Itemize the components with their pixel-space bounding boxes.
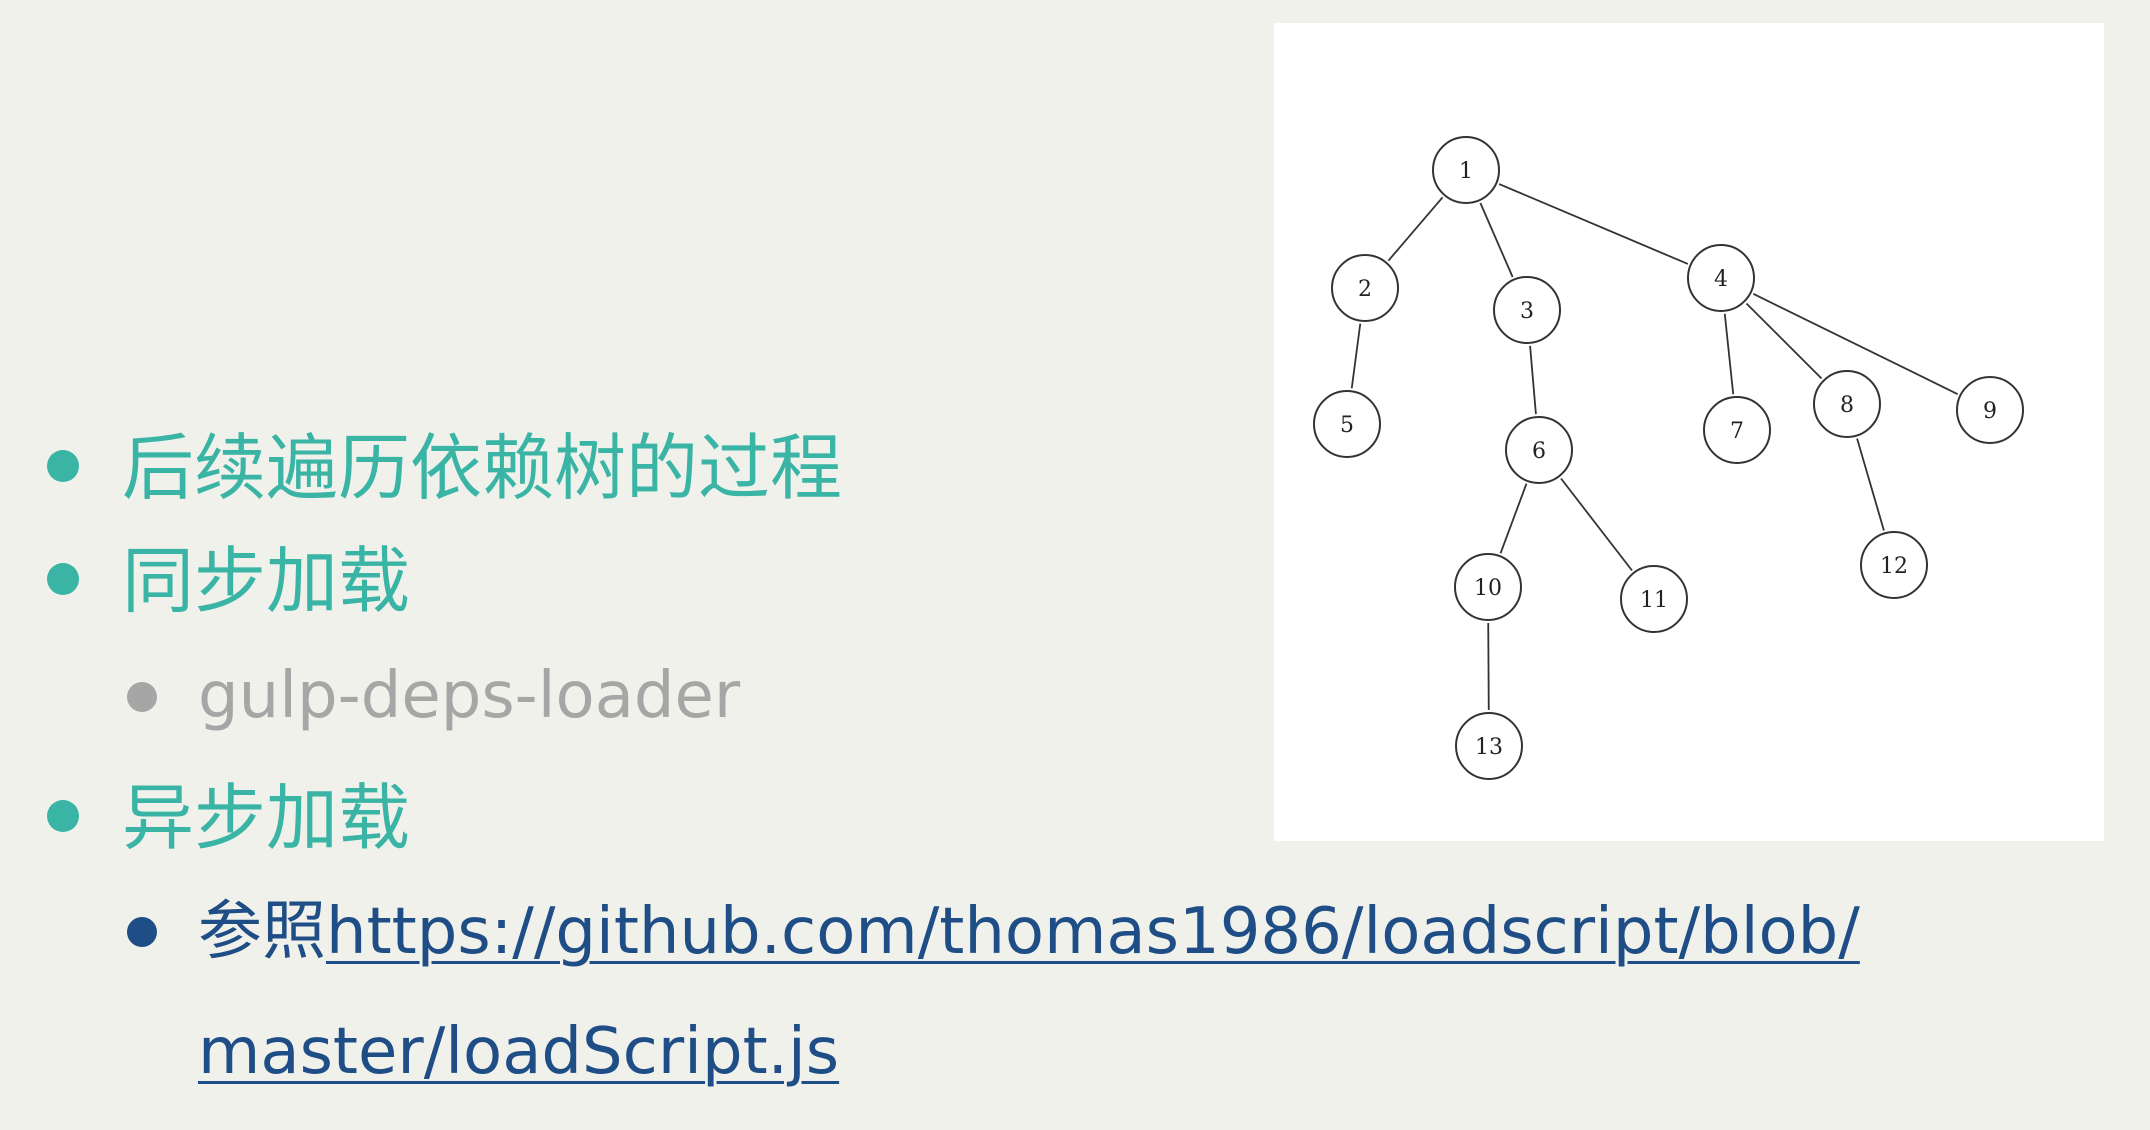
tree-node-label: 13 [1475, 735, 1503, 760]
tree-node-label: 7 [1730, 419, 1744, 444]
tree-node-label: 3 [1520, 299, 1534, 324]
tree-node: 9 [1956, 376, 2024, 444]
loadscript-link-line1[interactable]: https://github.com/thomas1986/loadscript… [326, 895, 1860, 969]
loadscript-link-line2[interactable]: master/loadScript.js [198, 1015, 839, 1089]
tree-node: 8 [1813, 370, 1881, 438]
tree-node-label: 6 [1532, 439, 1546, 464]
tree-node: 1 [1432, 136, 1500, 204]
tree-node-label: 10 [1474, 576, 1502, 601]
sub-bullet-dot [127, 682, 157, 712]
bullet-item-async-load: 异步加载 [122, 776, 411, 860]
tree-node-label: 1 [1459, 159, 1473, 184]
tree-node: 3 [1493, 276, 1561, 344]
dependency-tree-image: 1 2 3 4 5 6 7 8 9 10 11 12 13 [1274, 23, 2104, 841]
tree-edge [1856, 438, 1885, 531]
tree-node: 12 [1860, 531, 1928, 599]
sub-bullet-dot [127, 917, 157, 947]
tree-node-label: 2 [1358, 277, 1372, 302]
bullet-dot [47, 800, 79, 832]
bullet-dot [47, 450, 79, 482]
tree-node: 6 [1505, 416, 1573, 484]
reference-prefix: 参照 [198, 895, 326, 969]
tree-edge [1387, 196, 1444, 262]
loadscript-link-line2-container: master/loadScript.js [198, 1020, 839, 1084]
tree-node: 13 [1455, 712, 1523, 780]
tree-node-label: 4 [1714, 267, 1728, 292]
tree-node: 11 [1620, 565, 1688, 633]
sub-item-reference: 参照https://github.com/thomas1986/loadscri… [198, 900, 1860, 964]
tree-edge [1723, 313, 1735, 395]
tree-edge [1499, 483, 1528, 554]
bullet-dot [47, 563, 79, 595]
tree-edge [1487, 622, 1490, 711]
tree-node: 5 [1313, 390, 1381, 458]
dependency-tree-diagram: 12345678 910 111213 [1313, 136, 2024, 780]
bullet-item-postorder-traversal: 后续遍历依赖树的过程 [122, 426, 843, 510]
bullet-item-sync-load: 同步加载 [122, 539, 411, 623]
tree-edge [1498, 183, 1689, 265]
tree-edge [1560, 477, 1633, 572]
tree-edge [1745, 302, 1823, 380]
tree-edge [1479, 202, 1514, 278]
tree-node: 4 [1687, 244, 1755, 312]
tree-node: 10 [1454, 553, 1522, 621]
tree-node-label: 5 [1340, 413, 1354, 438]
tree-node-label: 8 [1840, 393, 1854, 418]
tree-node: 7 [1703, 396, 1771, 464]
tree-edge [1529, 345, 1537, 415]
tree-node-label: 9 [1983, 399, 1997, 424]
sub-item-gulp-deps-loader: gulp-deps-loader [198, 659, 741, 733]
tree-node: 2 [1331, 254, 1399, 322]
tree-node-label: 11 [1640, 588, 1668, 613]
tree-node-label: 12 [1880, 554, 1908, 579]
tree-edge [1350, 323, 1362, 389]
